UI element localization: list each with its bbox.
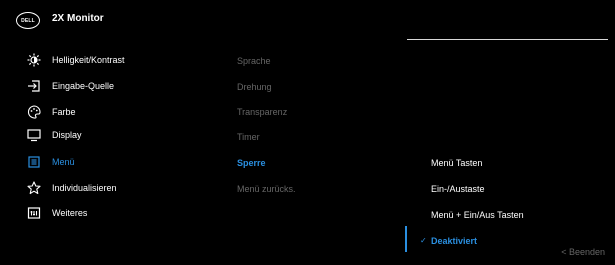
menu-item-menu[interactable]: Menü	[0, 151, 200, 173]
dell-logo-text: DELL	[21, 17, 35, 24]
menu-item-color[interactable]: Farbe	[0, 101, 200, 123]
menu-item-label: Helligkeit/Kontrast	[52, 55, 125, 65]
dell-logo: DELL	[16, 12, 40, 29]
submenu-item-timer[interactable]: Timer	[237, 132, 260, 142]
color-palette-icon	[26, 104, 42, 120]
osd-header: DELL 2X Monitor	[0, 0, 615, 40]
menu-item-label: Eingabe-Quelle	[52, 81, 115, 91]
display-icon	[26, 127, 42, 143]
monitor-osd: DELL 2X Monitor Helligkeit/Kontrast Eing…	[0, 0, 615, 265]
submenu-item-transparency[interactable]: Transparenz	[237, 107, 287, 117]
menu-item-input-source[interactable]: Eingabe-Quelle	[0, 75, 200, 97]
star-icon	[26, 180, 42, 196]
selection-indicator	[405, 226, 407, 252]
menu-item-label: Display	[52, 130, 82, 140]
checkmark-icon: ✓	[420, 236, 427, 245]
input-source-icon	[26, 78, 42, 94]
option-menu-and-power-buttons[interactable]: Menü + Ein/Aus Tasten	[431, 210, 524, 220]
option-menu-buttons[interactable]: Menü Tasten	[431, 158, 482, 168]
exit-button[interactable]: < Beenden	[561, 247, 605, 257]
menu-icon	[26, 154, 42, 170]
submenu-item-lock[interactable]: Sperre	[237, 158, 266, 168]
menu-item-label: Individualisieren	[52, 183, 117, 193]
menu-item-label: Menü	[52, 157, 75, 167]
others-icon	[26, 205, 42, 221]
menu-item-brightness-contrast[interactable]: Helligkeit/Kontrast	[0, 49, 200, 71]
submenu-item-menu-reset[interactable]: Menü zurücks.	[237, 184, 296, 194]
submenu-item-rotation[interactable]: Drehung	[237, 82, 272, 92]
menu-item-label: Weiteres	[52, 208, 88, 218]
header-divider	[407, 39, 608, 40]
submenu-item-language[interactable]: Sprache	[237, 56, 271, 66]
osd-title: 2X Monitor	[52, 13, 104, 24]
option-disabled[interactable]: Deaktiviert	[431, 236, 477, 246]
option-power-button[interactable]: Ein-/Austaste	[431, 184, 485, 194]
menu-item-label: Farbe	[52, 107, 76, 117]
menu-item-personalize[interactable]: Individualisieren	[0, 177, 200, 199]
menu-item-others[interactable]: Weiteres	[0, 202, 200, 224]
menu-item-display[interactable]: Display	[0, 124, 200, 146]
brightness-icon	[26, 52, 42, 68]
